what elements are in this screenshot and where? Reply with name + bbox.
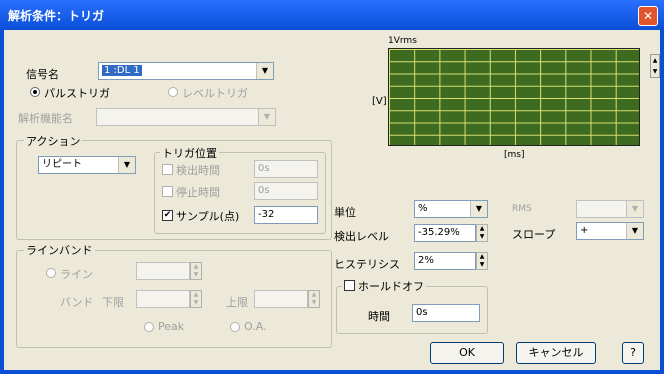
upper-spinner[interactable]: ▲ ▼ — [308, 290, 320, 308]
rms-select[interactable]: ▼ — [576, 200, 644, 218]
help-button[interactable]: ? — [622, 342, 644, 364]
plot-y-label: [V] — [372, 96, 387, 107]
lineband-label: ラインバンド — [24, 242, 95, 258]
cancel-button[interactable]: キャンセル — [516, 342, 596, 364]
plot-x-label: [ms] — [504, 150, 525, 160]
lower-spinner[interactable]: ▲ ▼ — [190, 290, 202, 308]
slope-label: スロープ — [512, 228, 556, 241]
action-value: リピート — [42, 159, 82, 170]
upper-label: 上限 — [226, 296, 248, 309]
detect-level-field[interactable]: -35.29% — [414, 224, 476, 242]
waveform-plot — [388, 48, 640, 146]
detect-level-label: 検出レベル — [334, 230, 389, 243]
pulse-trigger-label: パルストリガ — [44, 87, 110, 100]
sample-field[interactable]: -32 — [254, 206, 318, 224]
action-select[interactable]: リピート ▼ — [38, 156, 136, 174]
dialog-window: 解析条件：トリガ ✕ 信号名 1 :DL 1 ▼ パルストリガ レベルトリガ 解… — [0, 0, 664, 374]
window-title: 解析条件：トリガ — [8, 9, 105, 23]
sample-checkbox[interactable]: ✔ — [162, 210, 173, 221]
signal-select[interactable]: 1 :DL 1 ▼ — [98, 62, 274, 80]
detect-level-spinner[interactable]: ▲ ▼ — [476, 224, 488, 242]
unit-label: 単位 — [334, 206, 356, 219]
chevron-down-icon: ▼ — [470, 201, 487, 217]
unit-select[interactable]: % ▼ — [414, 200, 488, 218]
oa-label: O.A. — [244, 320, 267, 333]
plot-top-label: 1Vrms — [388, 36, 417, 46]
sample-label: サンプル(点) — [176, 210, 240, 223]
line-radio[interactable] — [46, 268, 56, 278]
action-group-label: アクション — [24, 133, 83, 149]
close-icon[interactable]: ✕ — [638, 6, 658, 26]
chevron-down-icon: ▼ — [626, 201, 643, 217]
chevron-down-icon: ▼ — [256, 63, 273, 79]
rms-label: RMS — [512, 204, 532, 214]
holdoff-checkbox[interactable] — [344, 280, 355, 291]
level-trigger-label: レベルトリガ — [182, 87, 248, 100]
slope-select[interactable]: + ▼ — [576, 222, 644, 240]
chevron-down-icon: ▼ — [118, 157, 135, 173]
ok-button[interactable]: OK — [430, 342, 504, 364]
unit-value: % — [418, 203, 428, 214]
title-bar[interactable]: 解析条件：トリガ ✕ — [0, 0, 664, 30]
chevron-down-icon: ▼ — [626, 223, 643, 239]
pulse-trigger-radio[interactable] — [30, 87, 40, 97]
line-field[interactable] — [136, 262, 190, 280]
hysteresis-field[interactable]: 2% — [414, 252, 476, 270]
plot-scroll-spinner[interactable]: ▲ ▼ — [650, 54, 660, 78]
stop-time-checkbox[interactable] — [162, 186, 173, 197]
detect-time-checkbox[interactable] — [162, 164, 173, 175]
chevron-down-icon: ▼ — [258, 109, 275, 125]
lower-field[interactable] — [136, 290, 190, 308]
dialog-body: 信号名 1 :DL 1 ▼ パルストリガ レベルトリガ 解析機能名 ▼ アクショ… — [4, 30, 660, 370]
band-label: バンド — [60, 296, 94, 309]
analysis-func-select[interactable]: ▼ — [96, 108, 276, 126]
detect-time-label: 検出時間 — [176, 164, 220, 177]
line-label: ライン — [60, 268, 93, 281]
signal-value: 1 :DL 1 — [102, 65, 142, 76]
hysteresis-label: ヒステリシス — [334, 258, 400, 271]
slope-value: + — [580, 225, 589, 236]
analysis-func-label: 解析機能名 — [18, 112, 73, 125]
holdoff-time-field[interactable]: 0s — [412, 304, 480, 322]
signal-label: 信号名 — [26, 68, 59, 81]
peak-radio[interactable] — [144, 322, 154, 332]
level-trigger-radio[interactable] — [168, 87, 178, 97]
stop-time-label: 停止時間 — [176, 186, 220, 199]
detect-time-field[interactable]: 0s — [254, 160, 318, 178]
holdoff-time-label: 時間 — [368, 310, 390, 323]
oa-radio[interactable] — [230, 322, 240, 332]
lower-label: 下限 — [102, 296, 124, 309]
trigger-position-label: トリガ位置 — [160, 145, 219, 161]
upper-field[interactable] — [254, 290, 308, 308]
line-spinner[interactable]: ▲ ▼ — [190, 262, 202, 280]
hysteresis-spinner[interactable]: ▲ ▼ — [476, 252, 488, 270]
stop-time-field[interactable]: 0s — [254, 182, 318, 200]
peak-label: Peak — [158, 320, 185, 333]
